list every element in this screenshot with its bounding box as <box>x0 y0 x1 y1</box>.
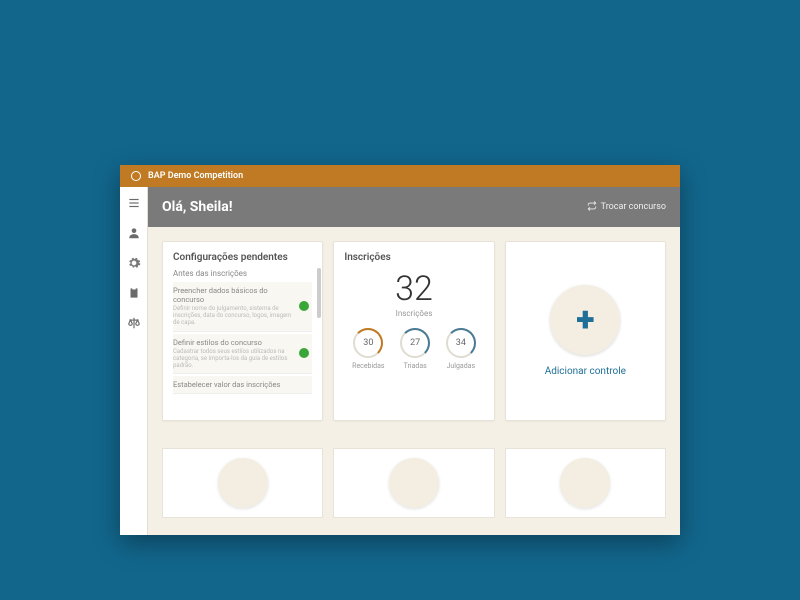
stats-row: 30 Recebidas 27 Triadas 34 Julgadas <box>344 328 483 370</box>
pending-task[interactable]: Preencher dados básicos do concurso Defi… <box>173 282 312 332</box>
stat-received: 30 Recebidas <box>352 328 384 370</box>
main-area: Olá, Sheila! Trocar concurso Configuraçõ… <box>148 187 680 535</box>
sidebar-item-settings[interactable] <box>125 255 143 273</box>
placeholder-card[interactable] <box>333 448 494 518</box>
page-header: Olá, Sheila! Trocar concurso <box>148 187 680 227</box>
placeholder-card[interactable] <box>162 448 323 518</box>
sidebar-item-clipboard[interactable] <box>125 285 143 303</box>
topbar: BAP Demo Competition <box>120 165 680 187</box>
task-title: Estabelecer valor das inscrições <box>173 380 296 389</box>
subscriptions-card: Inscrições 32 Inscrições 30 Recebidas 27… <box>333 241 494 421</box>
swap-link-label: Trocar concurso <box>601 202 666 212</box>
placeholder-card[interactable] <box>505 448 666 518</box>
gear-icon <box>127 255 141 274</box>
sidebar-item-user[interactable] <box>125 225 143 243</box>
scrollbar[interactable] <box>317 268 321 318</box>
add-control-card[interactable]: + Adicionar controle <box>505 241 666 421</box>
sidebar-item-judging[interactable] <box>125 315 143 333</box>
app-logo-icon <box>130 170 142 182</box>
user-icon <box>127 225 141 244</box>
stat-label: Triadas <box>400 362 430 370</box>
sidebar <box>120 187 148 535</box>
stat-label: Julgadas <box>446 362 476 370</box>
status-dot-icon <box>299 301 309 311</box>
stat-judged: 34 Julgadas <box>446 328 476 370</box>
ring-chart-icon: 27 <box>400 328 430 358</box>
ring-chart-icon: 34 <box>446 328 476 358</box>
topbar-title: BAP Demo Competition <box>148 171 243 181</box>
stat-value: 30 <box>363 338 373 348</box>
stat-value: 27 <box>410 338 420 348</box>
greeting-title: Olá, Sheila! <box>162 199 233 215</box>
task-title: Definir estilos do concurso <box>173 338 296 347</box>
pending-task[interactable]: Definir estilos do concurso Cadastrar to… <box>173 334 312 375</box>
subscriptions-count-label: Inscrições <box>344 309 483 318</box>
placeholder-circle-icon <box>560 458 610 508</box>
swap-icon <box>587 201 597 214</box>
sidebar-item-list[interactable] <box>125 195 143 213</box>
task-desc: Definir nome do julgamento, sistema de i… <box>173 305 296 327</box>
plus-icon: + <box>576 303 594 337</box>
clipboard-icon <box>127 285 141 304</box>
task-title: Preencher dados básicos do concurso <box>173 286 296 304</box>
subscriptions-count: 32 <box>344 269 483 309</box>
pending-config-title: Configurações pendentes <box>173 252 312 263</box>
task-desc: Cadastrar todos seus estilos utilizados … <box>173 348 296 370</box>
placeholder-circle-icon <box>389 458 439 508</box>
placeholder-circle-icon <box>218 458 268 508</box>
list-icon <box>127 195 141 214</box>
add-control-label: Adicionar controle <box>545 365 626 378</box>
stat-label: Recebidas <box>352 362 384 370</box>
swap-competition-link[interactable]: Trocar concurso <box>587 201 666 214</box>
ring-chart-icon: 30 <box>353 328 383 358</box>
stat-value: 34 <box>456 338 466 348</box>
pending-config-section-label: Antes das inscrições <box>173 269 312 278</box>
app-window: BAP Demo Competition <box>120 165 680 535</box>
subscriptions-title: Inscrições <box>344 252 483 263</box>
status-dot-icon <box>299 348 309 358</box>
pending-config-card: Configurações pendentes Antes das inscri… <box>162 241 323 421</box>
stat-triaged: 27 Triadas <box>400 328 430 370</box>
pending-task[interactable]: Estabelecer valor das inscrições <box>173 376 312 394</box>
add-circle: + <box>550 285 620 355</box>
scale-icon <box>127 315 141 334</box>
dashboard-grid: Configurações pendentes Antes das inscri… <box>148 227 680 535</box>
